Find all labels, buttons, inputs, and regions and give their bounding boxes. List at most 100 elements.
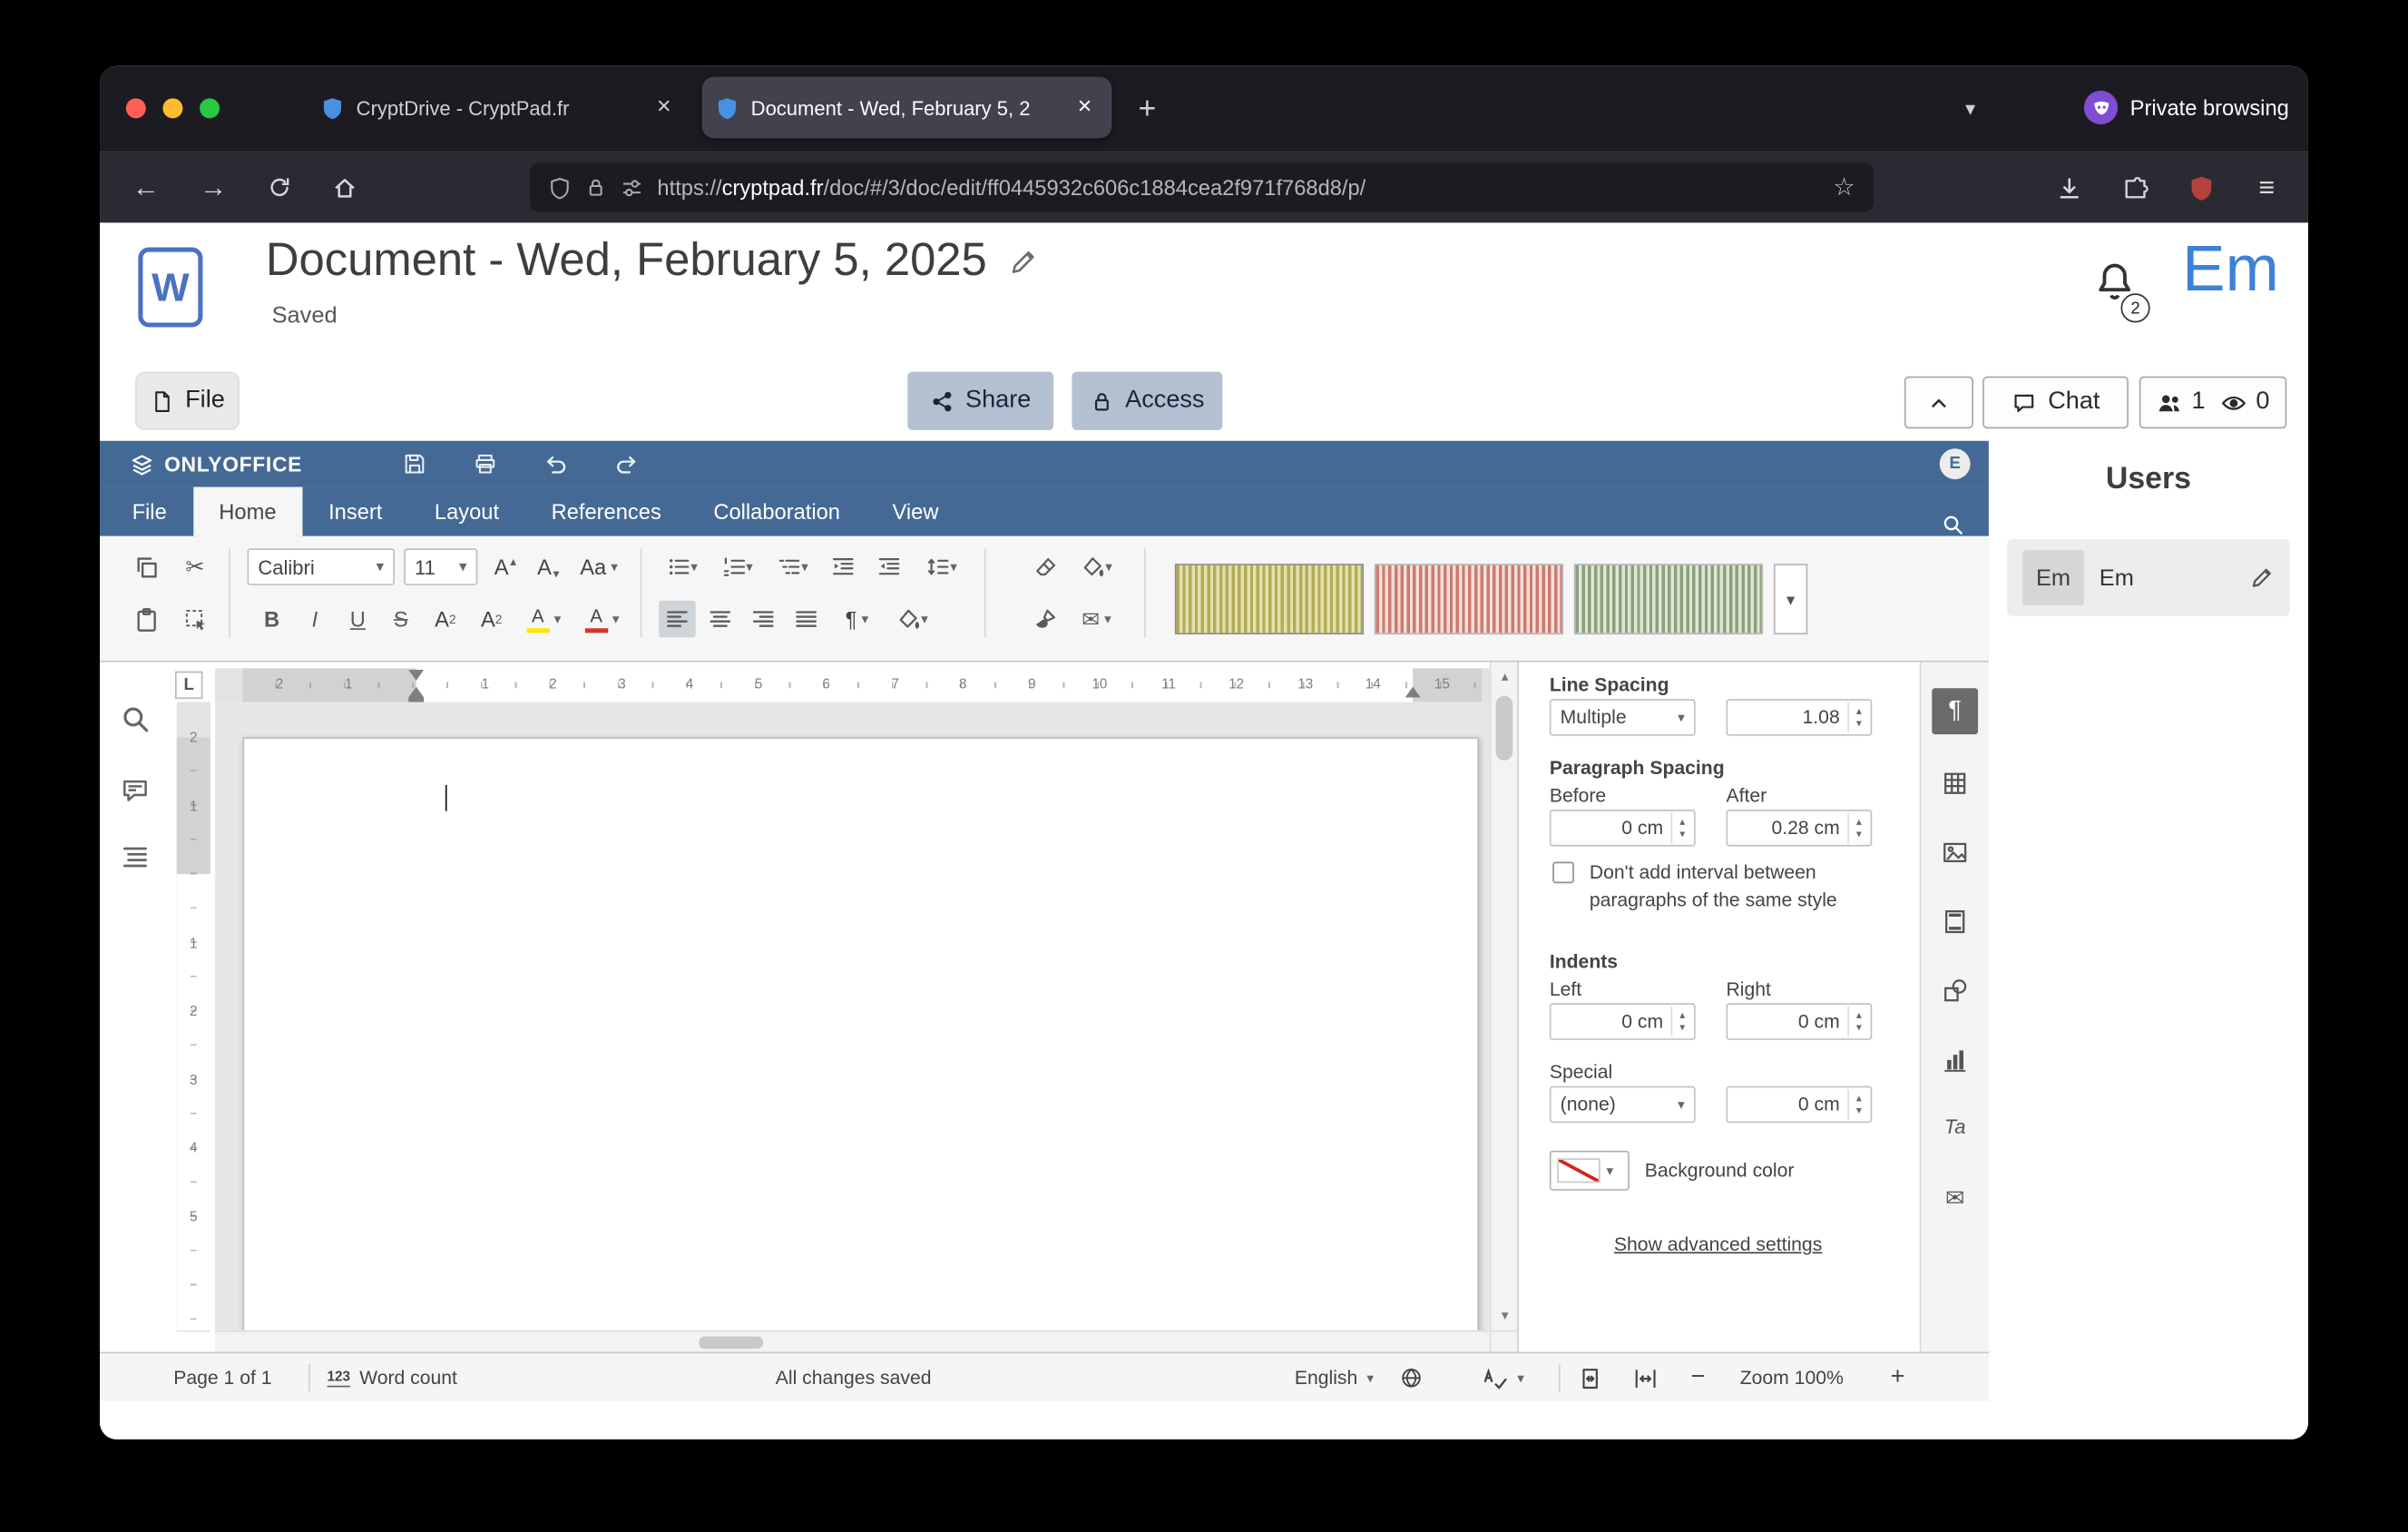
horizontal-scrollbar[interactable] bbox=[215, 1331, 1490, 1352]
word-count-button[interactable]: 123 Word count bbox=[328, 1353, 457, 1402]
grow-font-button[interactable]: A▴ bbox=[487, 548, 524, 585]
menu-tab-insert[interactable]: Insert bbox=[302, 487, 408, 536]
nonprinting-characters-button[interactable]: ¶▾ bbox=[834, 601, 880, 638]
extensions-button[interactable] bbox=[2110, 162, 2159, 211]
spinner[interactable]: ▴▾ bbox=[1671, 1007, 1693, 1037]
spinner[interactable]: ▴▾ bbox=[1847, 812, 1869, 843]
spinner[interactable]: ▴▾ bbox=[1671, 812, 1693, 843]
color-scheme-button[interactable]: ▾ bbox=[1073, 548, 1120, 585]
fit-page-button[interactable] bbox=[1577, 1353, 1603, 1402]
line-spacing-value-input[interactable]: 1.08 ▴▾ bbox=[1726, 699, 1872, 736]
font-color-button[interactable]: A ▾ bbox=[579, 601, 625, 638]
tracking-protection-shield-icon[interactable] bbox=[548, 176, 571, 199]
padlock-icon[interactable] bbox=[585, 177, 607, 199]
print-button[interactable] bbox=[462, 446, 508, 483]
clear-style-button[interactable] bbox=[1027, 548, 1064, 585]
zoom-level[interactable]: Zoom 100% bbox=[1740, 1353, 1844, 1402]
tab-close-icon[interactable]: × bbox=[651, 93, 677, 121]
decrease-indent-button[interactable] bbox=[825, 548, 862, 585]
traffic-zoom-button[interactable] bbox=[200, 98, 220, 118]
font-name-select[interactable]: Calibri▾ bbox=[248, 548, 395, 585]
file-menu-button[interactable]: File bbox=[135, 372, 240, 430]
indent-right-input[interactable]: 0 cm ▴▾ bbox=[1726, 1003, 1872, 1040]
change-case-button[interactable]: Aa▾ bbox=[573, 548, 625, 585]
background-color-picker[interactable]: ▾ bbox=[1550, 1151, 1630, 1191]
chart-settings-icon[interactable] bbox=[1932, 1037, 1978, 1084]
paragraph-style-preview-3[interactable] bbox=[1574, 564, 1763, 634]
navigation-headings-icon[interactable] bbox=[120, 842, 151, 873]
reload-button[interactable] bbox=[255, 162, 304, 211]
advanced-settings-link[interactable]: Show advanced settings bbox=[1614, 1233, 1822, 1255]
bullet-list-button[interactable]: ▾ bbox=[659, 548, 705, 585]
new-tab-button[interactable]: + bbox=[1126, 87, 1169, 130]
page-indicator[interactable]: Page 1 of 1 bbox=[173, 1353, 271, 1402]
vertical-scrollbar[interactable]: ▴ ▾ bbox=[1490, 663, 1517, 1331]
paragraph-settings-icon[interactable]: ¶ bbox=[1932, 688, 1978, 734]
horizontal-scroll-thumb[interactable] bbox=[699, 1337, 763, 1350]
scroll-up-icon[interactable]: ▴ bbox=[1492, 668, 1519, 685]
strikethrough-button[interactable]: S bbox=[382, 601, 419, 638]
subscript-button[interactable]: A2 bbox=[472, 601, 512, 638]
style-gallery-expand-button[interactable]: ▾ bbox=[1774, 564, 1807, 634]
permissions-icon[interactable] bbox=[621, 176, 643, 199]
downloads-button[interactable] bbox=[2044, 162, 2093, 211]
document-page[interactable] bbox=[242, 737, 1479, 1330]
align-center-button[interactable] bbox=[702, 601, 739, 638]
cut-button[interactable]: ✂ bbox=[177, 548, 214, 585]
right-indent-marker[interactable] bbox=[1405, 687, 1421, 698]
collapse-toolbar-button[interactable] bbox=[1904, 377, 1973, 429]
shrink-font-button[interactable]: A▾ bbox=[530, 548, 567, 585]
highlight-color-button[interactable]: A ▾ bbox=[521, 601, 567, 638]
line-spacing-button[interactable]: ▾ bbox=[916, 548, 965, 585]
home-button[interactable] bbox=[319, 162, 368, 211]
fit-width-button[interactable] bbox=[1632, 1353, 1659, 1402]
italic-button[interactable]: I bbox=[297, 601, 334, 638]
multilevel-list-button[interactable]: ▾ bbox=[769, 548, 816, 585]
menu-tab-view[interactable]: View bbox=[866, 487, 964, 536]
mail-merge-button[interactable]: ✉▾ bbox=[1073, 601, 1120, 638]
list-tabs-chevron-icon[interactable]: ▾ bbox=[1949, 87, 1992, 130]
paragraph-shading-button[interactable]: ▾ bbox=[889, 601, 935, 638]
forward-button[interactable]: → bbox=[189, 162, 238, 211]
paragraph-style-preview-1[interactable] bbox=[1175, 564, 1364, 634]
select-all-button[interactable] bbox=[177, 601, 214, 638]
special-indent-value-input[interactable]: 0 cm ▴▾ bbox=[1726, 1086, 1872, 1124]
numbered-list-button[interactable]: ▾ bbox=[714, 548, 760, 585]
interval-checkbox[interactable] bbox=[1552, 862, 1574, 884]
presence-counts-button[interactable]: 1 0 bbox=[2139, 377, 2286, 429]
bookmark-star-icon[interactable]: ☆ bbox=[1833, 172, 1855, 203]
document-title[interactable]: Document - Wed, February 5, 2025 bbox=[266, 235, 987, 288]
redo-button[interactable] bbox=[603, 446, 650, 483]
paste-button[interactable] bbox=[127, 601, 164, 638]
hanging-indent-marker[interactable] bbox=[408, 687, 424, 698]
paragraph-style-preview-2[interactable] bbox=[1375, 564, 1563, 634]
align-right-button[interactable] bbox=[745, 601, 782, 638]
shape-settings-icon[interactable] bbox=[1932, 967, 1978, 1014]
spinner[interactable]: ▴▾ bbox=[1847, 1089, 1869, 1120]
menu-tab-home[interactable]: Home bbox=[193, 487, 303, 536]
menu-tab-references[interactable]: References bbox=[525, 487, 688, 536]
user-avatar-initials[interactable]: Em bbox=[2182, 232, 2279, 306]
align-left-button[interactable] bbox=[659, 601, 696, 638]
traffic-minimize-button[interactable] bbox=[162, 98, 182, 118]
zoom-out-button[interactable]: − bbox=[1691, 1353, 1706, 1402]
header-footer-settings-icon[interactable] bbox=[1932, 899, 1978, 945]
url-bar[interactable]: https://cryptpad.fr/doc/#/3/doc/edit/ff0… bbox=[530, 162, 1874, 211]
tab-document[interactable]: Document - Wed, February 5, 2 × bbox=[702, 77, 1112, 139]
menu-tab-collaboration[interactable]: Collaboration bbox=[688, 487, 866, 536]
user-list-item[interactable]: Em Em bbox=[2007, 539, 2289, 616]
undo-button[interactable] bbox=[533, 446, 579, 483]
scroll-down-icon[interactable]: ▾ bbox=[1492, 1307, 1519, 1324]
line-spacing-select[interactable]: Multiple ▾ bbox=[1550, 699, 1696, 736]
language-selector[interactable]: English ▾ bbox=[1295, 1353, 1374, 1402]
increase-indent-button[interactable] bbox=[871, 548, 908, 585]
spinner[interactable]: ▴▾ bbox=[1847, 1007, 1869, 1037]
tab-close-icon[interactable]: × bbox=[1072, 93, 1098, 121]
document-language-button[interactable] bbox=[1399, 1353, 1424, 1402]
indent-left-input[interactable]: 0 cm ▴▾ bbox=[1550, 1003, 1696, 1040]
mail-merge-settings-icon[interactable]: ✉ bbox=[1932, 1175, 1978, 1222]
spacing-after-input[interactable]: 0.28 cm ▴▾ bbox=[1726, 810, 1872, 847]
bold-button[interactable]: B bbox=[253, 601, 290, 638]
editor-user-badge[interactable]: E bbox=[1940, 448, 1971, 479]
spacing-before-input[interactable]: 0 cm ▴▾ bbox=[1550, 810, 1696, 847]
